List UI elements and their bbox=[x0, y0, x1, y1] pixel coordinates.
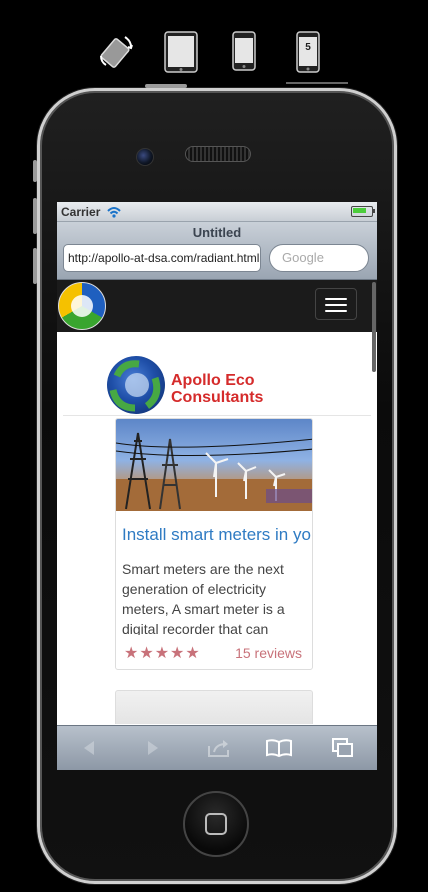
page-scrollbar[interactable] bbox=[372, 282, 376, 372]
mute-switch bbox=[33, 160, 37, 182]
ipad-icon bbox=[164, 31, 198, 73]
rotate-device-icon bbox=[100, 36, 133, 68]
browser-toolbar bbox=[57, 725, 377, 770]
hamburger-line bbox=[325, 304, 347, 306]
ipad-view-button[interactable] bbox=[164, 31, 198, 73]
forward-arrow-icon bbox=[148, 741, 158, 755]
home-square-icon bbox=[205, 813, 227, 835]
article-excerpt: Smart meters are the next generation of … bbox=[122, 561, 285, 635]
volume-down-button bbox=[33, 248, 37, 284]
site-navbar bbox=[57, 280, 377, 332]
power-button bbox=[145, 84, 187, 88]
iphone-icon bbox=[232, 31, 256, 71]
back-button[interactable] bbox=[71, 734, 107, 762]
share-button[interactable] bbox=[201, 734, 237, 762]
search-field[interactable]: Google bbox=[269, 244, 369, 272]
article-card-next[interactable] bbox=[115, 690, 313, 724]
power-lines-wind-turbines-image bbox=[116, 432, 312, 511]
iphone4-view-button[interactable] bbox=[232, 31, 256, 71]
star-rating: ★★★★★ bbox=[124, 645, 201, 662]
article-title-link[interactable]: Install smart meters in your home bbox=[122, 525, 312, 545]
battery-level-fill bbox=[353, 208, 366, 213]
volume-up-button bbox=[33, 198, 37, 234]
bookmarks-button[interactable] bbox=[261, 734, 297, 762]
home-button[interactable] bbox=[183, 791, 249, 857]
battery-icon bbox=[351, 206, 375, 217]
review-count-link[interactable]: 15 reviews bbox=[235, 645, 302, 661]
rotate-device-button[interactable] bbox=[98, 31, 136, 71]
wifi-icon bbox=[107, 206, 122, 218]
browser-address-bar: Untitled http://apollo-at-dsa.com/radian… bbox=[57, 222, 377, 280]
hamburger-menu-icon bbox=[325, 298, 347, 300]
tabs-button[interactable] bbox=[325, 734, 361, 762]
hamburger-line bbox=[325, 310, 347, 312]
status-bar: Carrier bbox=[57, 202, 377, 222]
carrier-label: Carrier bbox=[61, 204, 101, 219]
url-field[interactable]: http://apollo-at-dsa.com/radiant.html bbox=[63, 244, 261, 272]
brand-name: Apollo Eco Consultants bbox=[171, 372, 263, 406]
article-card[interactable]: Install smart meters in your home Smart … bbox=[115, 418, 313, 670]
front-camera bbox=[136, 148, 154, 166]
earpiece-speaker bbox=[185, 146, 251, 162]
menu-toggle-button[interactable] bbox=[315, 288, 357, 320]
page-content: Apollo Eco Consultants Install smart met… bbox=[57, 332, 377, 724]
recycle-arrows-icon bbox=[109, 360, 161, 412]
recycling-globe-icon bbox=[107, 356, 165, 414]
forward-button[interactable] bbox=[135, 734, 171, 762]
brand-name-line1: Apollo Eco bbox=[171, 372, 255, 389]
phone-screen: Carrier Untitled http://apollo-at-dsa.co… bbox=[57, 202, 377, 770]
back-arrow-icon bbox=[84, 741, 94, 755]
brand-logo[interactable]: Apollo Eco Consultants bbox=[107, 356, 307, 416]
tabs-icon bbox=[332, 738, 353, 757]
header-divider bbox=[63, 415, 371, 416]
article-image bbox=[116, 419, 312, 511]
apollo-globe-logo[interactable] bbox=[58, 282, 106, 330]
bookmarks-book-icon bbox=[266, 739, 292, 758]
page-title: Untitled bbox=[192, 225, 242, 240]
share-icon bbox=[208, 740, 229, 757]
iphone5-label: 5 bbox=[305, 42, 311, 53]
iphone5-view-button[interactable]: 5 bbox=[296, 31, 320, 73]
selected-device-indicator bbox=[286, 82, 348, 84]
brand-name-line2: Consultants bbox=[171, 389, 264, 406]
